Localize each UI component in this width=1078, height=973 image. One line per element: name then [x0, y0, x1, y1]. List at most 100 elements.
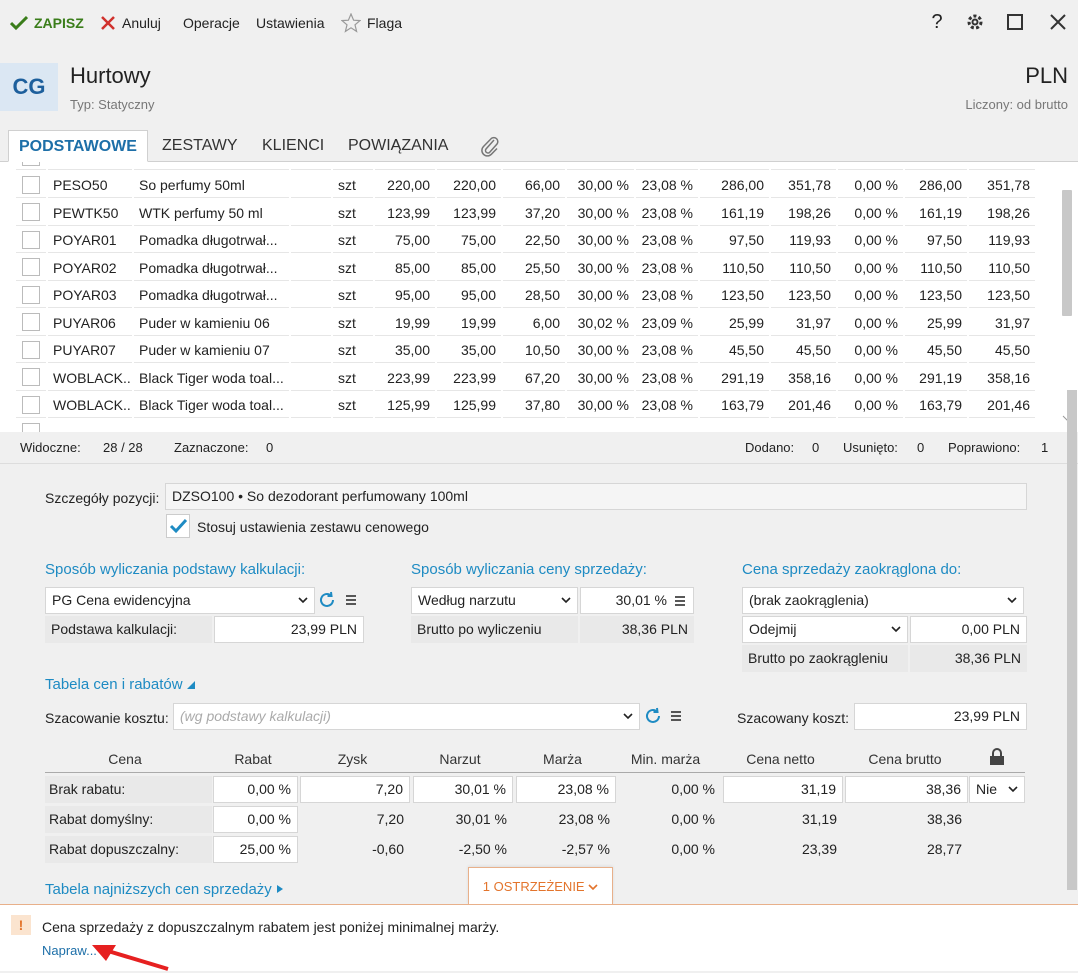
- margin-cell: [636, 162, 698, 170]
- final-gross-cell: 45,50: [969, 337, 1035, 363]
- apply-settings-checkbox[interactable]: [166, 514, 190, 538]
- menu-icon[interactable]: [345, 594, 357, 606]
- currency-label: PLN: [1025, 63, 1068, 88]
- calc-basis-value[interactable]: 23,99 PLN: [214, 616, 364, 643]
- price-cell-brutto[interactable]: 38,36: [845, 776, 968, 803]
- price-table-toggle[interactable]: Tabela cen i rabatów: [45, 676, 195, 693]
- price-cell-rabat[interactable]: 0,00 %: [213, 776, 298, 803]
- final-net-cell: [905, 162, 967, 170]
- row-checkbox[interactable]: [22, 203, 40, 221]
- rounding-select[interactable]: (brak zaokrąglenia): [742, 587, 1024, 614]
- refresh-icon[interactable]: [318, 591, 336, 609]
- table-row[interactable]: POYAR02 Pomadka długotrwał... szt 85,00 85,0…: [16, 255, 1037, 283]
- price-cell-zysk[interactable]: 7,20: [300, 776, 410, 803]
- purchase-price-cell: 35,00: [437, 337, 501, 363]
- name-cell: Puder w kamieniu 07: [134, 337, 289, 363]
- tab-zestawy[interactable]: ZESTAWY: [162, 130, 238, 162]
- cost-estimate-select[interactable]: (wg podstawy kalkulacji): [173, 703, 640, 730]
- lock-icon[interactable]: [989, 748, 1005, 766]
- row-checkbox[interactable]: [22, 230, 40, 249]
- settings-label: Ustawienia: [256, 15, 325, 31]
- maximize-icon[interactable]: [1003, 10, 1027, 34]
- gear-icon[interactable]: [963, 10, 987, 34]
- table-row[interactable]: WOBLACK... Black Tiger woda toal... szt 125…: [16, 392, 1037, 420]
- table-row[interactable]: [16, 162, 1037, 172]
- table-row[interactable]: WOBLACK... Black Tiger woda toal... szt 223…: [16, 365, 1037, 393]
- details-scrollbar[interactable]: [1066, 390, 1078, 900]
- table-row[interactable]: PUYAR06 Puder w kamieniu 06 szt 19,99 19,99 6…: [16, 310, 1037, 338]
- fixed-value: 1: [1041, 440, 1049, 455]
- row-checkbox[interactable]: [22, 423, 40, 432]
- name-cell: Pomadka długotrwał...: [134, 227, 289, 253]
- gross-price-cell: [771, 420, 836, 433]
- calc-basis-select[interactable]: PG Cena ewidencyjna: [45, 587, 315, 614]
- purchase-price-cell: 223,99: [437, 365, 501, 391]
- tab-powiazania[interactable]: POWIĄZANIA: [348, 130, 448, 162]
- lock-select[interactable]: Nie: [969, 776, 1025, 803]
- menu-icon[interactable]: [674, 595, 686, 607]
- sale-price-pct[interactable]: 30,01 %: [580, 587, 694, 614]
- table-row[interactable]: PESO50 So perfumy 50ml szt 220,00 220,00 66,0…: [16, 172, 1037, 200]
- selected-label: Zaznaczone:: [174, 440, 249, 455]
- net-price-cell: 97,50: [700, 227, 769, 253]
- table-row[interactable]: [16, 420, 1037, 433]
- price-cell-netto[interactable]: 31,19: [723, 776, 843, 803]
- col-marza: Marża: [543, 751, 582, 767]
- rounding-mode-select[interactable]: Odejmij: [742, 616, 908, 643]
- save-button[interactable]: ZAPISZ: [10, 12, 84, 34]
- col-brutto: Cena brutto: [868, 751, 942, 767]
- margin-cell: 23,08 %: [636, 337, 698, 363]
- table-row[interactable]: PEWTK50 WTK perfumy 50 ml szt 123,99 123,99 3…: [16, 200, 1037, 228]
- position-label: Szczegóły pozycji:: [45, 490, 160, 506]
- empty-cell: [291, 392, 331, 418]
- sale-price-select[interactable]: Według narzutu: [411, 587, 578, 614]
- price-cell-rabat[interactable]: 0,00 %: [213, 806, 298, 833]
- close-window-icon[interactable]: [1046, 10, 1070, 34]
- tab-klienci[interactable]: KLIENCI: [262, 130, 324, 162]
- price-row-label: Rabat domyślny:: [45, 806, 212, 833]
- row-checkbox[interactable]: [22, 175, 40, 194]
- row-checkbox[interactable]: [22, 162, 40, 166]
- markup-cell: 30,00 %: [567, 172, 634, 198]
- row-checkbox[interactable]: [22, 340, 40, 359]
- help-icon[interactable]: ?: [925, 10, 949, 34]
- col-rabat: Rabat: [234, 751, 272, 767]
- estimated-cost-value[interactable]: 23,99 PLN: [854, 703, 1027, 730]
- code-cell: POYAR01: [48, 227, 132, 253]
- tab-podstawowe[interactable]: PODSTAWOWE: [8, 130, 148, 162]
- table-row[interactable]: PUYAR07 Puder w kamieniu 07 szt 35,00 35,00 1…: [16, 337, 1037, 365]
- settings-menu[interactable]: Ustawienia: [256, 12, 324, 34]
- operations-menu[interactable]: Operacje: [183, 12, 240, 34]
- table-row[interactable]: POYAR03 Pomadka długotrwał... szt 95,00 95,0…: [16, 282, 1037, 310]
- col-zysk: Zysk: [337, 751, 368, 767]
- net-price-cell: [700, 420, 769, 433]
- base-price-cell: 223,99: [375, 365, 435, 391]
- refresh-icon[interactable]: [644, 707, 662, 725]
- flag-button[interactable]: Flaga: [341, 12, 402, 34]
- row-checkbox[interactable]: [22, 313, 40, 331]
- price-cell-rabat[interactable]: 25,00 %: [213, 836, 298, 863]
- rounding-value[interactable]: 0,00 PLN: [910, 616, 1027, 643]
- row-checkbox[interactable]: [22, 395, 40, 414]
- net-price-cell: 25,99: [700, 310, 769, 336]
- row-checkbox[interactable]: [22, 285, 40, 304]
- base-price-cell: [375, 420, 435, 433]
- cancel-button[interactable]: Anuluj: [100, 12, 161, 34]
- price-cell-marza[interactable]: 23,08 %: [516, 776, 616, 803]
- profit-cell: [503, 162, 565, 170]
- profit-cell: [503, 420, 565, 433]
- menu-icon[interactable]: [670, 710, 682, 722]
- name-cell: Pomadka długotrwał...: [134, 255, 289, 281]
- row-checkbox[interactable]: [22, 258, 40, 276]
- lowest-prices-toggle[interactable]: Tabela najniższych cen sprzedaży: [45, 881, 284, 898]
- sale-price-select-value: Według narzutu: [418, 592, 516, 608]
- warnings-button[interactable]: 1 OSTRZEŻENIE: [468, 867, 613, 905]
- price-cell-narzut[interactable]: 30,01 %: [413, 776, 513, 803]
- flag-label: Flaga: [367, 15, 403, 31]
- removed-value: 0: [917, 440, 925, 455]
- profit-cell: 10,50: [503, 337, 565, 363]
- row-checkbox[interactable]: [22, 368, 40, 386]
- price-table-title: Tabela cen i rabatów: [45, 676, 183, 693]
- table-row[interactable]: POYAR01 Pomadka długotrwał... szt 75,00 75,0…: [16, 227, 1037, 255]
- cost-estimate-placeholder: (wg podstawy kalkulacji): [180, 708, 331, 724]
